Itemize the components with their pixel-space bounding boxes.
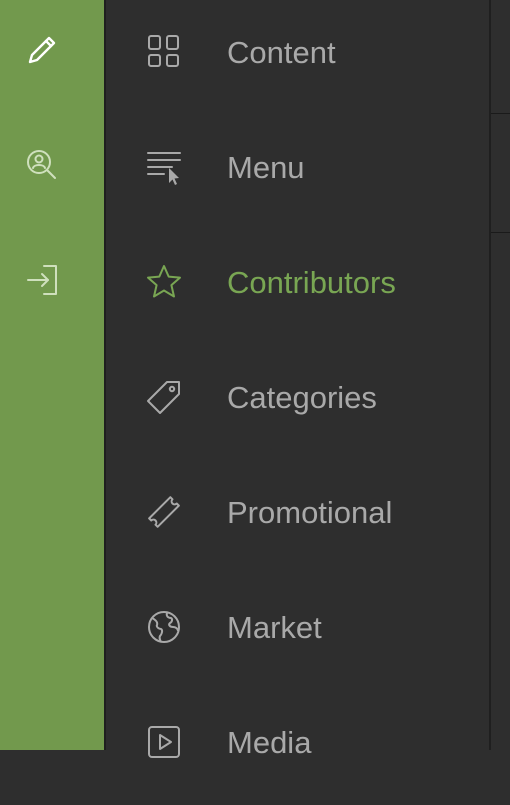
menu-item-label: Content <box>227 35 336 70</box>
divider <box>491 113 510 114</box>
globe-icon <box>144 607 184 647</box>
menu-cursor-icon <box>144 147 184 187</box>
menu-item-contributors[interactable]: Contributors <box>106 230 489 345</box>
content-area-edge <box>491 0 510 750</box>
user-search-icon <box>27 150 56 179</box>
menu-item-label: Market <box>227 610 322 645</box>
tool-rail <box>0 0 104 750</box>
menu-item-label: Menu <box>227 150 305 185</box>
play-icon <box>144 722 184 762</box>
menu-item-label: Categories <box>227 380 377 415</box>
sign-in-icon <box>27 265 57 295</box>
menu-item-label: Promotional <box>227 495 393 530</box>
menu-item-content[interactable]: Content <box>106 0 489 115</box>
menu-item-promotional[interactable]: Promotional <box>106 460 489 575</box>
menu-item-menu[interactable]: Menu <box>106 115 489 230</box>
tag-icon <box>144 377 184 417</box>
menu-item-media[interactable]: Media <box>106 690 489 805</box>
menu-item-label: Contributors <box>227 265 396 300</box>
sign-in-button[interactable] <box>20 258 64 302</box>
menu-item-categories[interactable]: Categories <box>106 345 489 460</box>
menu-item-market[interactable]: Market <box>106 575 489 690</box>
user-search-button[interactable] <box>20 143 64 187</box>
grid-icon <box>144 32 184 72</box>
navigation-panel: Content Menu Contributors Categories Pro… <box>106 0 489 760</box>
star-icon <box>144 262 184 302</box>
pencil-icon <box>28 36 56 64</box>
edit-button[interactable] <box>20 28 64 72</box>
menu-item-label: Media <box>227 725 312 760</box>
divider <box>491 232 510 233</box>
ticket-icon <box>144 492 184 532</box>
